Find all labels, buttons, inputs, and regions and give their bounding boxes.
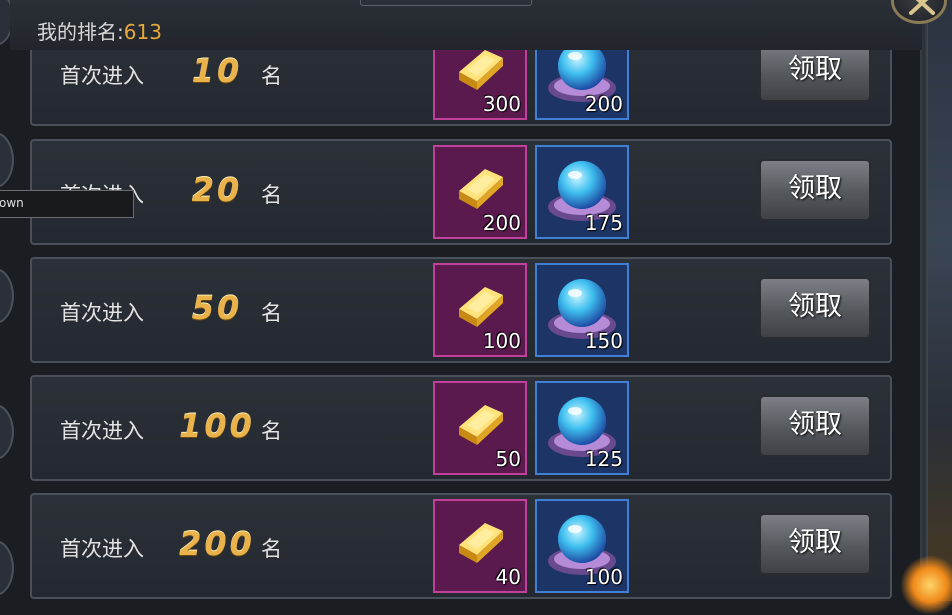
side-tab[interactable] xyxy=(0,268,14,324)
claim-button[interactable]: 领取 xyxy=(759,159,871,221)
gold-quantity: 40 xyxy=(495,565,521,589)
row-rank: 100 xyxy=(179,407,255,445)
claim-button[interactable]: 领取 xyxy=(759,513,871,575)
row-suffix: 名 xyxy=(261,537,282,561)
my-rank-value: 613 xyxy=(123,20,162,44)
my-rank-label: 我的排名: xyxy=(37,20,124,44)
row-suffix: 名 xyxy=(261,64,282,88)
gold-quantity: 50 xyxy=(495,447,521,471)
fire-effect xyxy=(900,555,952,615)
pearl-quantity: 175 xyxy=(584,211,623,235)
pearl-quantity: 150 xyxy=(584,329,623,353)
row-rank: 20 xyxy=(191,171,243,209)
claim-button[interactable]: 领取 xyxy=(759,277,871,339)
header-bar: 我的排名:613 xyxy=(10,0,922,50)
row-label: 首次进入 xyxy=(60,537,144,561)
my-rank: 我的排名:613 xyxy=(37,16,162,45)
gold-quantity: 300 xyxy=(482,92,521,116)
row-rank: 10 xyxy=(191,52,243,90)
gold-reward-slot[interactable]: 100 xyxy=(433,263,527,357)
top-tab xyxy=(360,0,532,6)
close-icon xyxy=(909,0,935,15)
tooltip: own xyxy=(0,190,134,218)
row-suffix: 名 xyxy=(261,301,282,325)
pearl-reward-slot[interactable]: 100 xyxy=(535,499,629,593)
pearl-quantity: 125 xyxy=(584,447,623,471)
row-suffix: 名 xyxy=(261,183,282,207)
side-tab[interactable] xyxy=(0,132,14,188)
gold-reward-slot[interactable]: 40 xyxy=(433,499,527,593)
tooltip-text: own xyxy=(0,196,24,210)
reward-row: 首次进入20名200175领取 xyxy=(30,139,892,245)
gold-quantity: 100 xyxy=(482,329,521,353)
scroll-rail[interactable] xyxy=(920,0,928,601)
gold-reward-slot[interactable]: 200 xyxy=(433,145,527,239)
reward-row: 首次进入 200 名 40 100 领取 xyxy=(30,493,892,599)
claim-button[interactable]: 领取 xyxy=(759,395,871,457)
row-suffix: 名 xyxy=(261,419,282,443)
pearl-reward-slot[interactable]: 125 xyxy=(535,381,629,475)
pearl-reward-slot[interactable]: 175 xyxy=(535,145,629,239)
gold-quantity: 200 xyxy=(482,211,521,235)
reward-row: 首次进入 100 名 50 125 领取 xyxy=(30,375,892,481)
pearl-quantity: 200 xyxy=(584,92,623,116)
background-scene xyxy=(928,0,952,601)
pearl-reward-slot[interactable]: 150 xyxy=(535,263,629,357)
reward-row: 首次进入 50 名 100 150 领取 xyxy=(30,257,892,363)
side-tab[interactable] xyxy=(0,404,14,460)
row-label: 首次进入 xyxy=(60,64,144,88)
row-label: 首次进入 xyxy=(60,301,144,325)
row-rank: 200 xyxy=(179,525,255,563)
row-rank: 50 xyxy=(191,289,243,327)
gold-reward-slot[interactable]: 50 xyxy=(433,381,527,475)
side-tab[interactable] xyxy=(0,540,14,596)
pearl-quantity: 100 xyxy=(584,565,623,589)
row-label: 首次进入 xyxy=(60,419,144,443)
